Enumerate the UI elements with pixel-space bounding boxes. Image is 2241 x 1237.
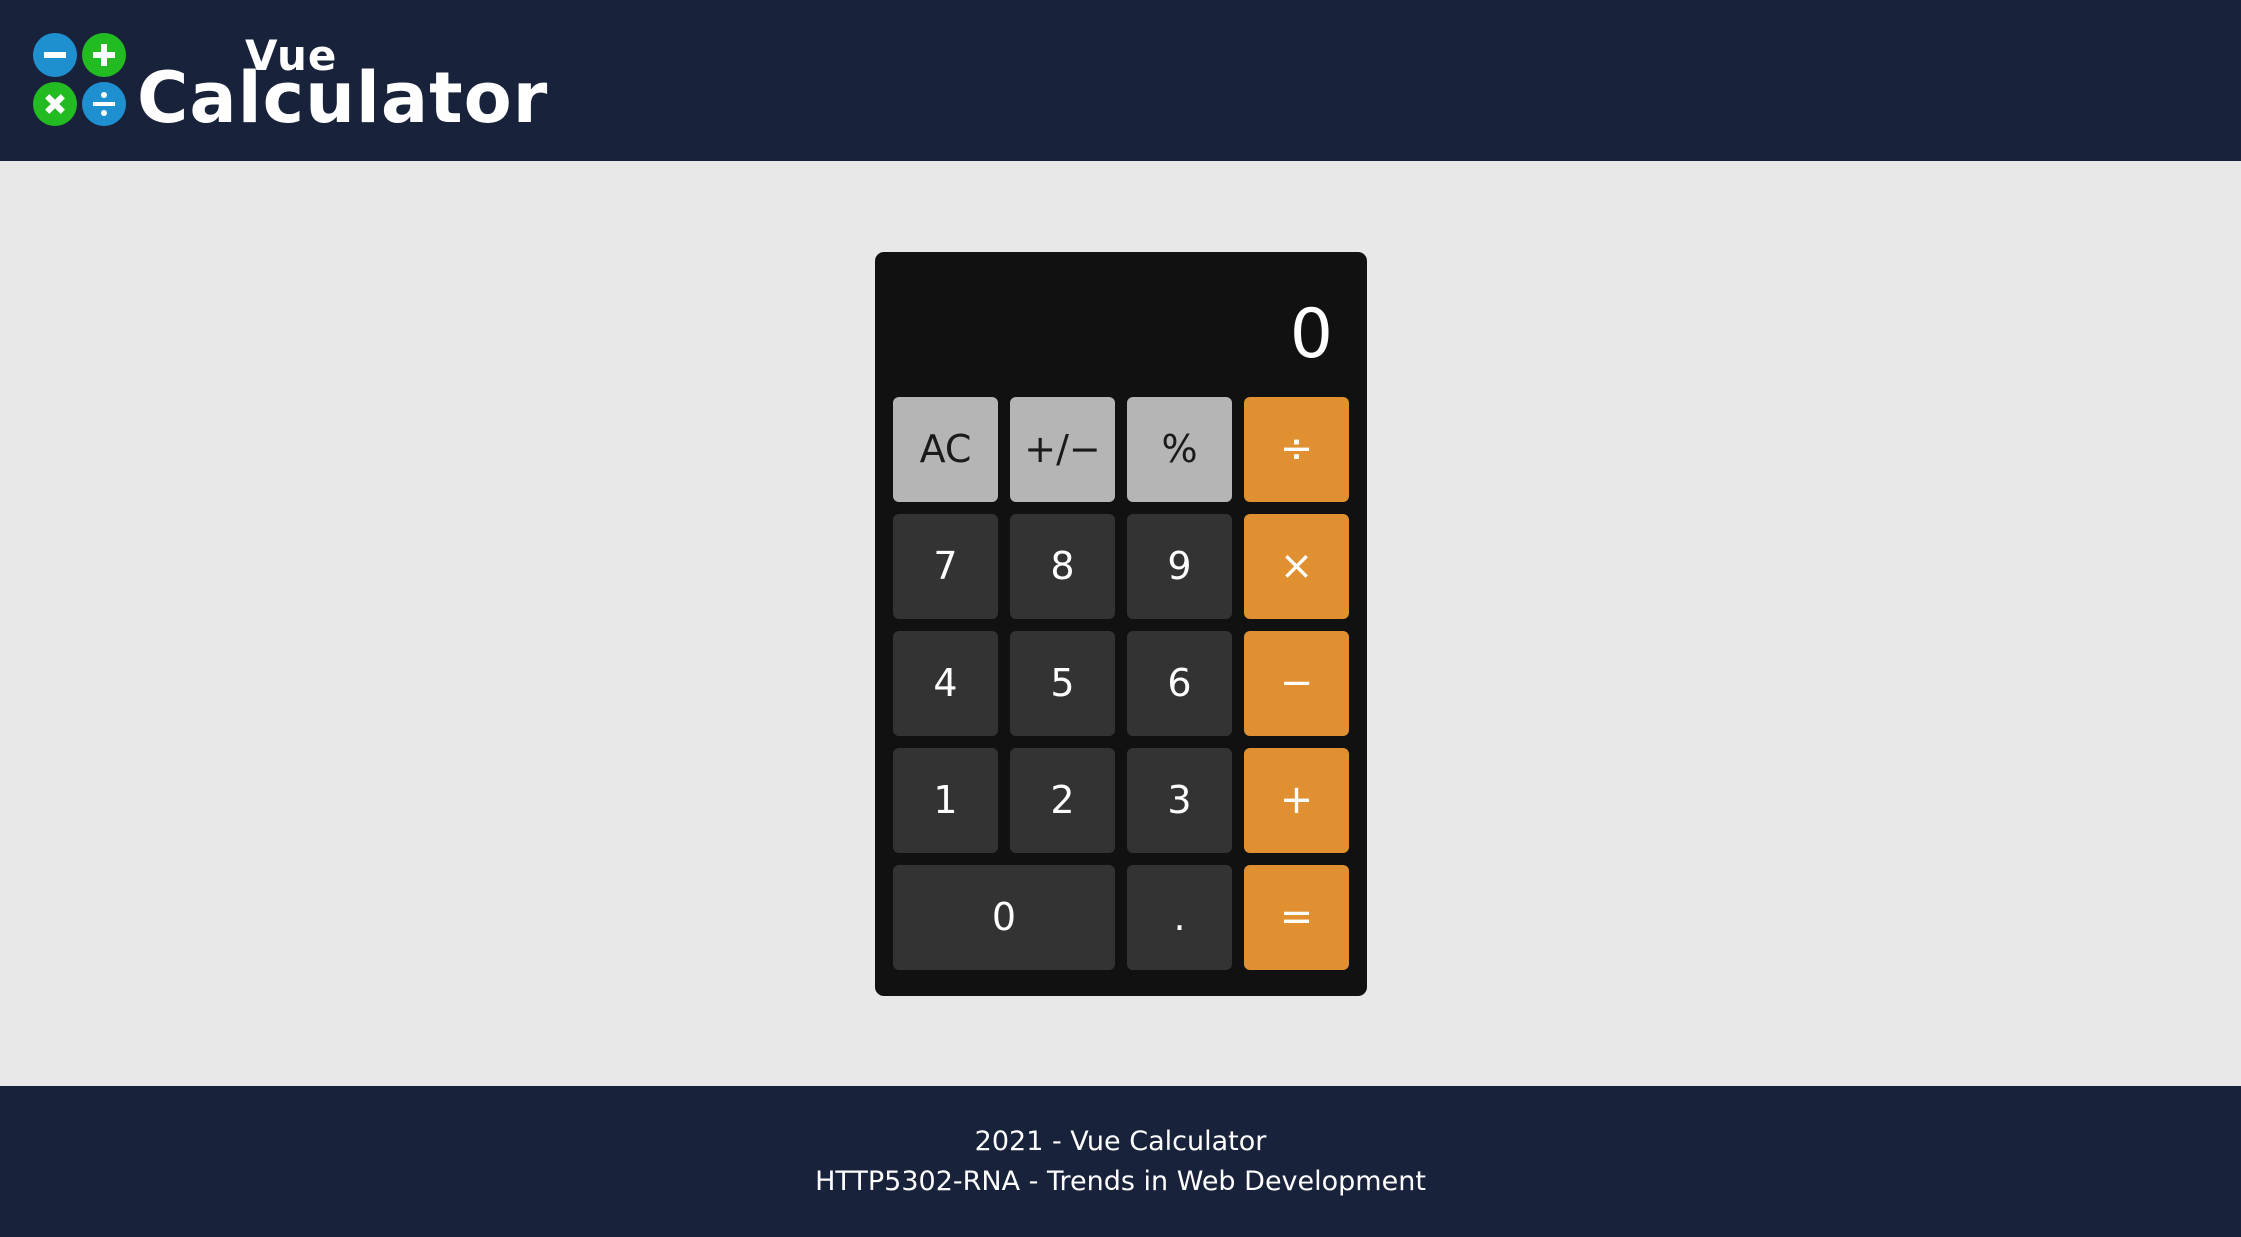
digit-0-button[interactable]: 0 [893,865,1115,970]
calculator: 0 AC +/− % ÷ 7 8 9 × 4 5 6 − 1 2 3 + 0 .… [875,252,1367,996]
divide-icon [82,82,126,126]
multiply-button[interactable]: × [1244,514,1349,619]
digit-8-button[interactable]: 8 [1010,514,1115,619]
digit-2-button[interactable]: 2 [1010,748,1115,853]
digit-4-button[interactable]: 4 [893,631,998,736]
digit-5-button[interactable]: 5 [1010,631,1115,736]
calculator-display: 0 [1289,295,1333,374]
equals-button[interactable]: = [1244,865,1349,970]
times-icon [33,82,77,126]
minus-icon [33,33,77,77]
digit-1-button[interactable]: 1 [893,748,998,853]
subtract-button[interactable]: − [1244,631,1349,736]
logo-icons [33,33,128,128]
plus-icon [82,33,126,77]
digit-9-button[interactable]: 9 [1127,514,1232,619]
divide-button[interactable]: ÷ [1244,397,1349,502]
logo-title-large: Calculator [137,57,549,139]
digit-6-button[interactable]: 6 [1127,631,1232,736]
decimal-button[interactable]: . [1127,865,1232,970]
add-button[interactable]: + [1244,748,1349,853]
clear-button[interactable]: AC [893,397,998,502]
footer-course: HTTP5302-RNA - Trends in Web Development [815,1166,1426,1197]
digit-3-button[interactable]: 3 [1127,748,1232,853]
header: Vue Calculator [0,0,2241,161]
sign-toggle-button[interactable]: +/− [1010,397,1115,502]
footer: 2021 - Vue Calculator HTTP5302-RNA - Tre… [0,1086,2241,1237]
logo[interactable]: Vue Calculator [33,31,547,139]
footer-copyright: 2021 - Vue Calculator [974,1126,1267,1157]
percent-button[interactable]: % [1127,397,1232,502]
digit-7-button[interactable]: 7 [893,514,998,619]
